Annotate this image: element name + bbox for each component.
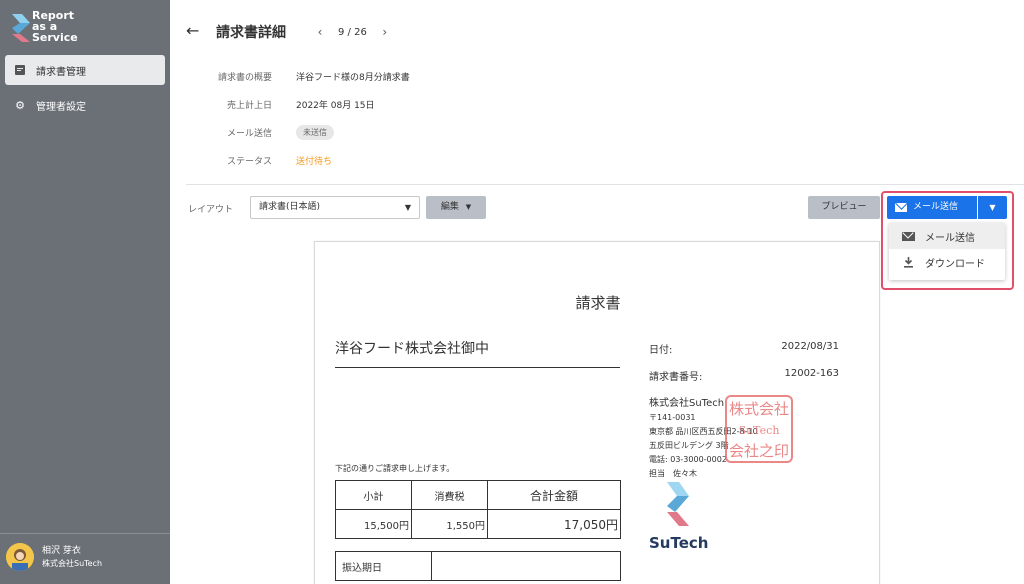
sidebar-divider xyxy=(0,533,170,534)
caret-down-icon: ▼ xyxy=(465,203,472,211)
page-header: ← 請求書詳細 ‹ 9 / 26 › xyxy=(186,22,393,42)
chevron-right-icon[interactable]: › xyxy=(377,25,393,39)
layout-label: レイアウト xyxy=(188,205,234,215)
issuer-contact: 担当 佐々木 xyxy=(649,469,697,478)
envelope-icon xyxy=(901,231,915,241)
invoice-document: 請求書 洋谷フード株式会社御中 日付: 2022/08/31 請求書番号: 12… xyxy=(314,241,880,584)
due-date-label: 振込期日 xyxy=(335,551,432,581)
table-row: 15,500円 1,550円 17,050円 xyxy=(335,509,621,539)
info-row-mail-status: メール送信 未送信 xyxy=(186,118,410,146)
recipient: 洋谷フード株式会社御中 xyxy=(335,338,620,368)
menu-item-send-mail[interactable]: メール送信 xyxy=(889,223,1005,249)
info-value: 2022年 08月 15日 xyxy=(296,100,375,111)
pager-text: 9 / 26 xyxy=(338,26,367,38)
table-header-cell: 小計 xyxy=(335,480,412,510)
app-logo[interactable]: Report as a Service xyxy=(8,8,168,48)
document-meta: 日付: 2022/08/31 請求書番号: 12002-163 xyxy=(649,341,839,395)
info-label: ステータス xyxy=(226,156,272,167)
info-row-status: ステータス 送付待ち xyxy=(186,146,410,174)
logo-text-line3: Service xyxy=(32,31,78,44)
layout-select-value: 請求書(日本語) xyxy=(259,202,321,212)
info-value: 洋谷フード様の8月分請求書 xyxy=(296,72,410,83)
sutech-logo: SuTech xyxy=(649,482,729,552)
status-badge: 未送信 xyxy=(296,124,334,140)
caret-down-icon: ▼ xyxy=(404,203,411,212)
invoice-info: 請求書の概要 洋谷フード様の8月分請求書 売上計上日 2022年 08月 15日… xyxy=(186,62,410,174)
send-mail-button[interactable]: メール送信 xyxy=(887,196,977,219)
send-mail-dropdown-toggle[interactable]: ▼ xyxy=(978,196,1007,219)
edit-button[interactable]: 編集 ▼ xyxy=(426,196,486,219)
download-icon xyxy=(901,256,915,268)
document-title: 請求書 xyxy=(575,294,621,312)
date-value: 2022/08/31 xyxy=(781,341,839,352)
info-label: メール送信 xyxy=(226,128,272,139)
sidebar-nav: 請求書管理 ⚙ 管理者設定 xyxy=(5,55,165,125)
preview-button[interactable]: プレビュー xyxy=(808,196,880,219)
back-arrow-icon[interactable]: ← xyxy=(186,22,206,42)
sidebar-item-admin-settings[interactable]: ⚙ 管理者設定 xyxy=(5,90,165,120)
user-profile[interactable]: 相沢 芽衣 株式会社SuTech xyxy=(6,543,102,571)
due-date-table: 振込期日 xyxy=(335,551,621,581)
summary-table: 小計 消費税 合計金額 15,500円 1,550円 17,050円 xyxy=(335,480,621,539)
table-row: 小計 消費税 合計金額 xyxy=(335,480,621,510)
sidebar-item-invoices[interactable]: 請求書管理 xyxy=(5,55,165,85)
layout-select[interactable]: 請求書(日本語) ▼ xyxy=(250,196,420,219)
table-header-cell: 合計金額 xyxy=(487,480,621,510)
invoice-notice: 下記の通りご請求申し上げます。 xyxy=(335,464,455,473)
invoice-number-value: 12002-163 xyxy=(784,368,839,379)
menu-item-label: ダウンロード xyxy=(925,258,985,270)
envelope-icon xyxy=(895,203,907,212)
sidebar-item-label: 管理者設定 xyxy=(36,101,86,113)
user-name: 相沢 芽衣 xyxy=(42,546,81,556)
table-cell: 15,500円 xyxy=(335,509,412,539)
info-label: 売上計上日 xyxy=(226,100,272,111)
table-cell: 17,050円 xyxy=(487,509,621,539)
gear-icon: ⚙ xyxy=(15,98,25,112)
sutech-logo-text: SuTech xyxy=(649,534,709,552)
caret-down-icon: ▼ xyxy=(989,203,996,212)
table-cell: 1,550円 xyxy=(411,509,488,539)
table-row: 振込期日 xyxy=(335,551,621,581)
invoice-number-label: 請求書番号: xyxy=(649,372,703,383)
logo-mark-icon xyxy=(12,14,30,42)
edit-button-label: 編集 xyxy=(440,202,459,212)
page-title: 請求書詳細 xyxy=(216,25,286,41)
section-divider xyxy=(186,184,1024,185)
chevron-left-icon[interactable]: ‹ xyxy=(312,25,328,39)
document-icon xyxy=(14,64,26,76)
pager: ‹ 9 / 26 › xyxy=(312,25,393,39)
info-row-sales-date: 売上計上日 2022年 08月 15日 xyxy=(186,90,410,118)
sidebar: Report as a Service 請求書管理 ⚙ 管理者設定 相沢 芽衣 … xyxy=(0,0,170,584)
due-date-value xyxy=(431,551,621,581)
sidebar-item-label: 請求書管理 xyxy=(36,66,86,78)
table-header-cell: 消費税 xyxy=(411,480,488,510)
send-mail-label: メール送信 xyxy=(913,202,959,212)
date-label: 日付: xyxy=(649,345,673,356)
user-company: 株式会社SuTech xyxy=(42,559,103,568)
company-seal: 株式会社 SuTech 会社之印 xyxy=(725,395,793,463)
menu-item-label: メール送信 xyxy=(925,232,975,244)
info-row-summary: 請求書の概要 洋谷フード様の8月分請求書 xyxy=(186,62,410,90)
info-label: 請求書の概要 xyxy=(217,72,272,83)
sutech-logo-icon xyxy=(667,482,689,526)
send-menu: メール送信 ダウンロード xyxy=(889,223,1005,280)
menu-item-download[interactable]: ダウンロード xyxy=(889,249,1005,275)
avatar xyxy=(6,543,34,571)
status-text: 送付待ち xyxy=(296,156,333,167)
